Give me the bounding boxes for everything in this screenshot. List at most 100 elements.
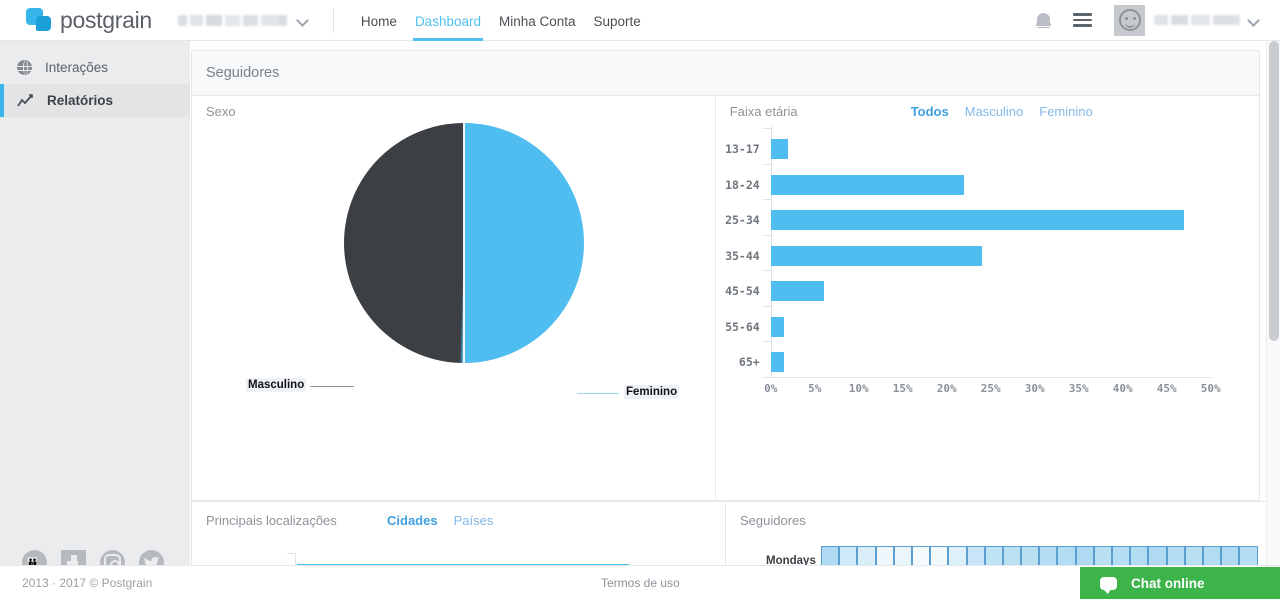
locations-panel-title: Principais localizações	[206, 513, 337, 528]
x-axis-tick-label: 25%	[980, 382, 1001, 395]
x-axis-tick-label: 0%	[764, 382, 778, 395]
card-body: Sexo Masculino Feminino Faixa etária Tod…	[192, 96, 1259, 500]
tab-paises[interactable]: Países	[454, 513, 494, 528]
account-selector[interactable]	[177, 0, 307, 40]
dashboard-page: postgrain Home Dashboard Minha Conta Sup…	[0, 0, 1280, 599]
age-bar-fill	[770, 210, 1185, 230]
sex-panel-title: Sexo	[206, 104, 236, 119]
nav-link-home[interactable]: Home	[361, 15, 397, 41]
age-bar-fill	[770, 139, 789, 159]
x-axis-tick-label: 40%	[1112, 382, 1133, 395]
age-bar-label: 35-44	[725, 248, 760, 263]
pie-label-feminino: Feminino	[624, 385, 680, 399]
pie-leader-line-feminino	[577, 393, 619, 394]
age-bar-label: 65+	[738, 355, 760, 369]
axis-tick	[762, 163, 771, 165]
card-title: Seguidores	[192, 51, 1259, 96]
age-bar-label: 25-34	[725, 213, 760, 227]
age-bar-row: 65+	[739, 352, 784, 372]
age-panel: Faixa etária Todos Masculino Feminino 13…	[716, 96, 1259, 500]
age-filter-tabs: Todos Masculino Feminino	[911, 104, 1093, 119]
hamburger-menu-icon[interactable]	[1073, 13, 1092, 27]
page-footer: 2013 · 2017 © Postgrain Termos de uso Ch…	[0, 565, 1280, 599]
x-axis-tick-label: 50%	[1200, 382, 1221, 395]
tab-masculino[interactable]: Masculino	[965, 104, 1024, 119]
age-bar-label: 18-24	[725, 177, 760, 192]
avatar	[1114, 4, 1145, 36]
chat-online-button[interactable]: Chat online	[1080, 567, 1280, 599]
page-scrollbar[interactable]	[1266, 41, 1280, 599]
pie-label-masculino: Masculino	[246, 378, 307, 392]
x-axis-tick-label: 10%	[848, 382, 869, 395]
age-bar-row: 45-54	[725, 281, 824, 301]
smiley-face-avatar-icon	[1118, 9, 1141, 31]
axis-tick	[762, 270, 771, 271]
age-bar-row: 35-44	[725, 245, 982, 266]
chat-bubble-icon	[1100, 576, 1117, 594]
nav-link-dashboard[interactable]: Dashboard	[412, 15, 484, 41]
brand-logo[interactable]: postgrain	[26, 7, 152, 34]
main-content: Seguidores Sexo Masculino Feminino Faixa…	[190, 41, 1280, 599]
x-axis-tick-label: 45%	[1156, 382, 1177, 395]
age-bar-row: 25-34	[725, 210, 1185, 230]
age-bar-fill	[770, 174, 965, 195]
age-bar-row: 18-24	[725, 174, 965, 195]
age-panel-title: Faixa etária	[729, 104, 798, 119]
nav-link-minha-conta[interactable]: Minha Conta	[499, 15, 576, 41]
axis-tick	[762, 234, 771, 236]
chevron-down-icon	[1249, 16, 1258, 25]
age-bar-label: 45-54	[725, 284, 760, 298]
nav-link-suporte[interactable]: Suporte	[594, 15, 641, 41]
x-axis-tick-label: 35%	[1068, 382, 1089, 395]
pie-leader-line-masculino	[310, 386, 354, 387]
chat-label: Chat online	[1131, 575, 1205, 591]
locations-tabs: Cidades Países	[387, 513, 493, 528]
axis-tick	[762, 341, 771, 342]
copyright-text: 2013 · 2017 © Postgrain	[22, 575, 153, 590]
sidebar-item-relatorios[interactable]: Relatórios	[0, 84, 190, 117]
axis-tick	[762, 305, 771, 307]
bell-icon[interactable]	[1036, 11, 1051, 29]
followers-panel-title: Seguidores	[740, 513, 806, 528]
line-chart-icon	[17, 93, 34, 108]
age-bar-label: 13-17	[725, 142, 760, 156]
sidebar-item-label: Relatórios	[47, 93, 114, 108]
terms-link[interactable]: Termos de uso	[601, 576, 680, 590]
x-axis-tick-label: 5%	[808, 382, 822, 395]
scrollbar-thumb[interactable]	[1269, 41, 1279, 341]
x-axis-tick-label: 15%	[892, 382, 913, 395]
followers-card: Seguidores Sexo Masculino Feminino Faixa…	[191, 50, 1260, 501]
sidebar: Interações Relatórios 👪	[0, 41, 190, 599]
nav-divider	[332, 7, 334, 33]
axis-tick	[762, 128, 771, 129]
postgrain-logo-icon	[26, 8, 53, 32]
main-nav-links: Home Dashboard Minha Conta Suporte	[361, 0, 659, 41]
age-bar-fill	[770, 352, 784, 372]
sidebar-item-interacoes[interactable]: Interações	[0, 51, 190, 84]
axis-tick	[762, 376, 771, 378]
age-bar-row: 13-17	[725, 139, 789, 159]
user-menu[interactable]	[1114, 4, 1258, 36]
age-bar-chart: 13-17 18-24 25-34 35-44 45-54 55-64 65+ 0% 5% 10%…	[716, 126, 1270, 426]
age-bar-fill	[770, 281, 824, 301]
axis-tick	[762, 199, 771, 200]
username-label	[1154, 15, 1240, 25]
sex-pie-chart	[344, 123, 584, 363]
globe-icon	[17, 60, 32, 75]
top-right-controls	[1036, 4, 1258, 36]
age-bar-fill	[770, 245, 982, 266]
account-selector-value	[177, 14, 290, 26]
age-bar-fill	[770, 316, 784, 337]
sidebar-item-label: Interações	[45, 60, 109, 75]
chevron-down-icon	[298, 16, 307, 25]
age-bar-label: 55-64	[725, 319, 760, 334]
brand-name: postgrain	[60, 6, 152, 33]
age-bar-row: 55-64	[725, 316, 784, 337]
x-axis-tick-label: 20%	[936, 382, 957, 395]
top-navigation-bar: postgrain Home Dashboard Minha Conta Sup…	[0, 0, 1280, 41]
tab-feminino[interactable]: Feminino	[1039, 104, 1092, 119]
tab-cidades[interactable]: Cidades	[387, 513, 438, 528]
x-axis-tick-label: 30%	[1024, 382, 1045, 395]
sex-panel: Sexo Masculino Feminino	[192, 96, 716, 500]
tab-todos[interactable]: Todos	[911, 104, 949, 119]
